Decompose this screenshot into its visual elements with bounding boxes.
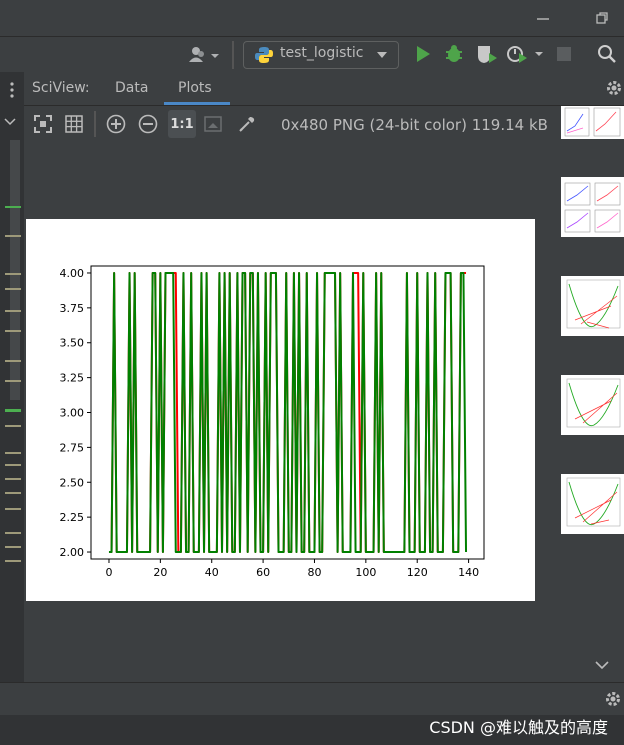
x-tick-label: 0 [105, 566, 112, 579]
image-info: 0x480 PNG (24-bit color) 119.14 kB [281, 116, 548, 134]
sciview-label: SciView: [32, 80, 90, 96]
change-marker [5, 380, 21, 382]
grid-icon[interactable] [64, 114, 84, 134]
y-tick-label: 2.25 [60, 511, 85, 524]
search-icon[interactable] [596, 44, 618, 64]
y-tick-label: 3.50 [60, 337, 85, 350]
actual-size-button[interactable]: 1:1 [168, 110, 196, 138]
debug-icon[interactable] [443, 44, 465, 64]
y-tick-label: 3.75 [60, 302, 85, 315]
title-bar [0, 0, 624, 36]
x-tick-label: 120 [407, 566, 428, 579]
chevron-down-icon[interactable] [594, 658, 610, 672]
y-tick-label: 4.00 [60, 267, 85, 280]
chevron-down-icon [375, 49, 389, 61]
plot-thumbnail[interactable] [561, 474, 624, 534]
python-icon [254, 45, 274, 65]
gear-icon[interactable] [603, 689, 623, 709]
y-tick-label: 3.00 [60, 407, 85, 420]
change-marker [5, 425, 21, 427]
x-tick-label: 20 [153, 566, 167, 579]
more-icon[interactable] [4, 80, 20, 100]
run-config-label: test_logistic [280, 45, 364, 61]
x-tick-label: 100 [355, 566, 376, 579]
x-tick-label: 140 [458, 566, 479, 579]
change-marker [5, 310, 21, 312]
change-marker [5, 206, 21, 208]
y-tick-label: 3.25 [60, 372, 85, 385]
stop-icon[interactable] [554, 44, 574, 64]
chevron-down-icon[interactable] [2, 114, 18, 130]
series-line-green [108, 271, 468, 554]
change-marker [5, 560, 21, 562]
coverage-icon[interactable] [475, 44, 499, 64]
profile-icon[interactable] [505, 44, 545, 64]
tab-data[interactable]: Data [115, 72, 148, 105]
change-marker [5, 360, 21, 362]
plot-thumbnail[interactable] [561, 106, 624, 139]
change-marker [5, 273, 21, 275]
change-marker [5, 409, 21, 412]
change-marker [5, 288, 21, 290]
background-toggle-icon[interactable] [203, 114, 223, 134]
change-marker [5, 492, 21, 494]
zoom-in-icon[interactable] [106, 114, 126, 134]
change-marker [5, 464, 21, 466]
plot-thumbnail[interactable] [561, 177, 624, 237]
change-marker [5, 235, 21, 237]
change-marker [5, 532, 21, 534]
x-tick-label: 80 [307, 566, 321, 579]
y-tick-label: 2.75 [60, 441, 85, 454]
restore-icon[interactable] [592, 10, 612, 26]
run-icon[interactable] [412, 44, 434, 64]
active-tab-indicator [164, 102, 230, 105]
tab-plots[interactable]: Plots [178, 72, 212, 105]
change-marker [5, 546, 21, 548]
plot-thumbnail[interactable] [561, 375, 624, 435]
plot-image: 0 20 40 60 80 100 120 140 2.00 2.25 2.50 2.75 3.00 3.… [26, 219, 535, 601]
toolbar-divider [232, 41, 234, 69]
gear-icon[interactable] [604, 78, 624, 98]
bottom-toolbar [0, 682, 624, 716]
sciview-tabs: SciView: Data Plots [24, 72, 624, 106]
plot-thumbnails [560, 106, 624, 680]
minimize-icon[interactable] [533, 10, 553, 26]
line-chart: 0 20 40 60 80 100 120 140 2.00 2.25 2.50 2.75 3.00 3.… [60, 265, 485, 579]
x-tick-label: 40 [205, 566, 219, 579]
left-gutter [0, 72, 24, 682]
x-tick-label: 60 [256, 566, 270, 579]
change-marker [5, 452, 21, 454]
change-marker [5, 508, 21, 510]
toolbar-divider [94, 111, 96, 137]
watermark-text: CSDN @难以触及的高度 [429, 718, 608, 737]
zoom-out-icon[interactable] [138, 114, 158, 134]
change-marker [5, 330, 21, 332]
y-tick-label: 2.00 [60, 546, 85, 559]
plot-thumbnail[interactable] [561, 276, 624, 336]
run-config-selector[interactable]: test_logistic [243, 41, 399, 69]
color-picker-icon[interactable] [237, 114, 257, 134]
user-icon[interactable] [186, 45, 222, 65]
fit-to-screen-icon[interactable] [33, 114, 53, 134]
y-tick-label: 2.50 [60, 476, 85, 489]
change-marker [5, 478, 21, 480]
